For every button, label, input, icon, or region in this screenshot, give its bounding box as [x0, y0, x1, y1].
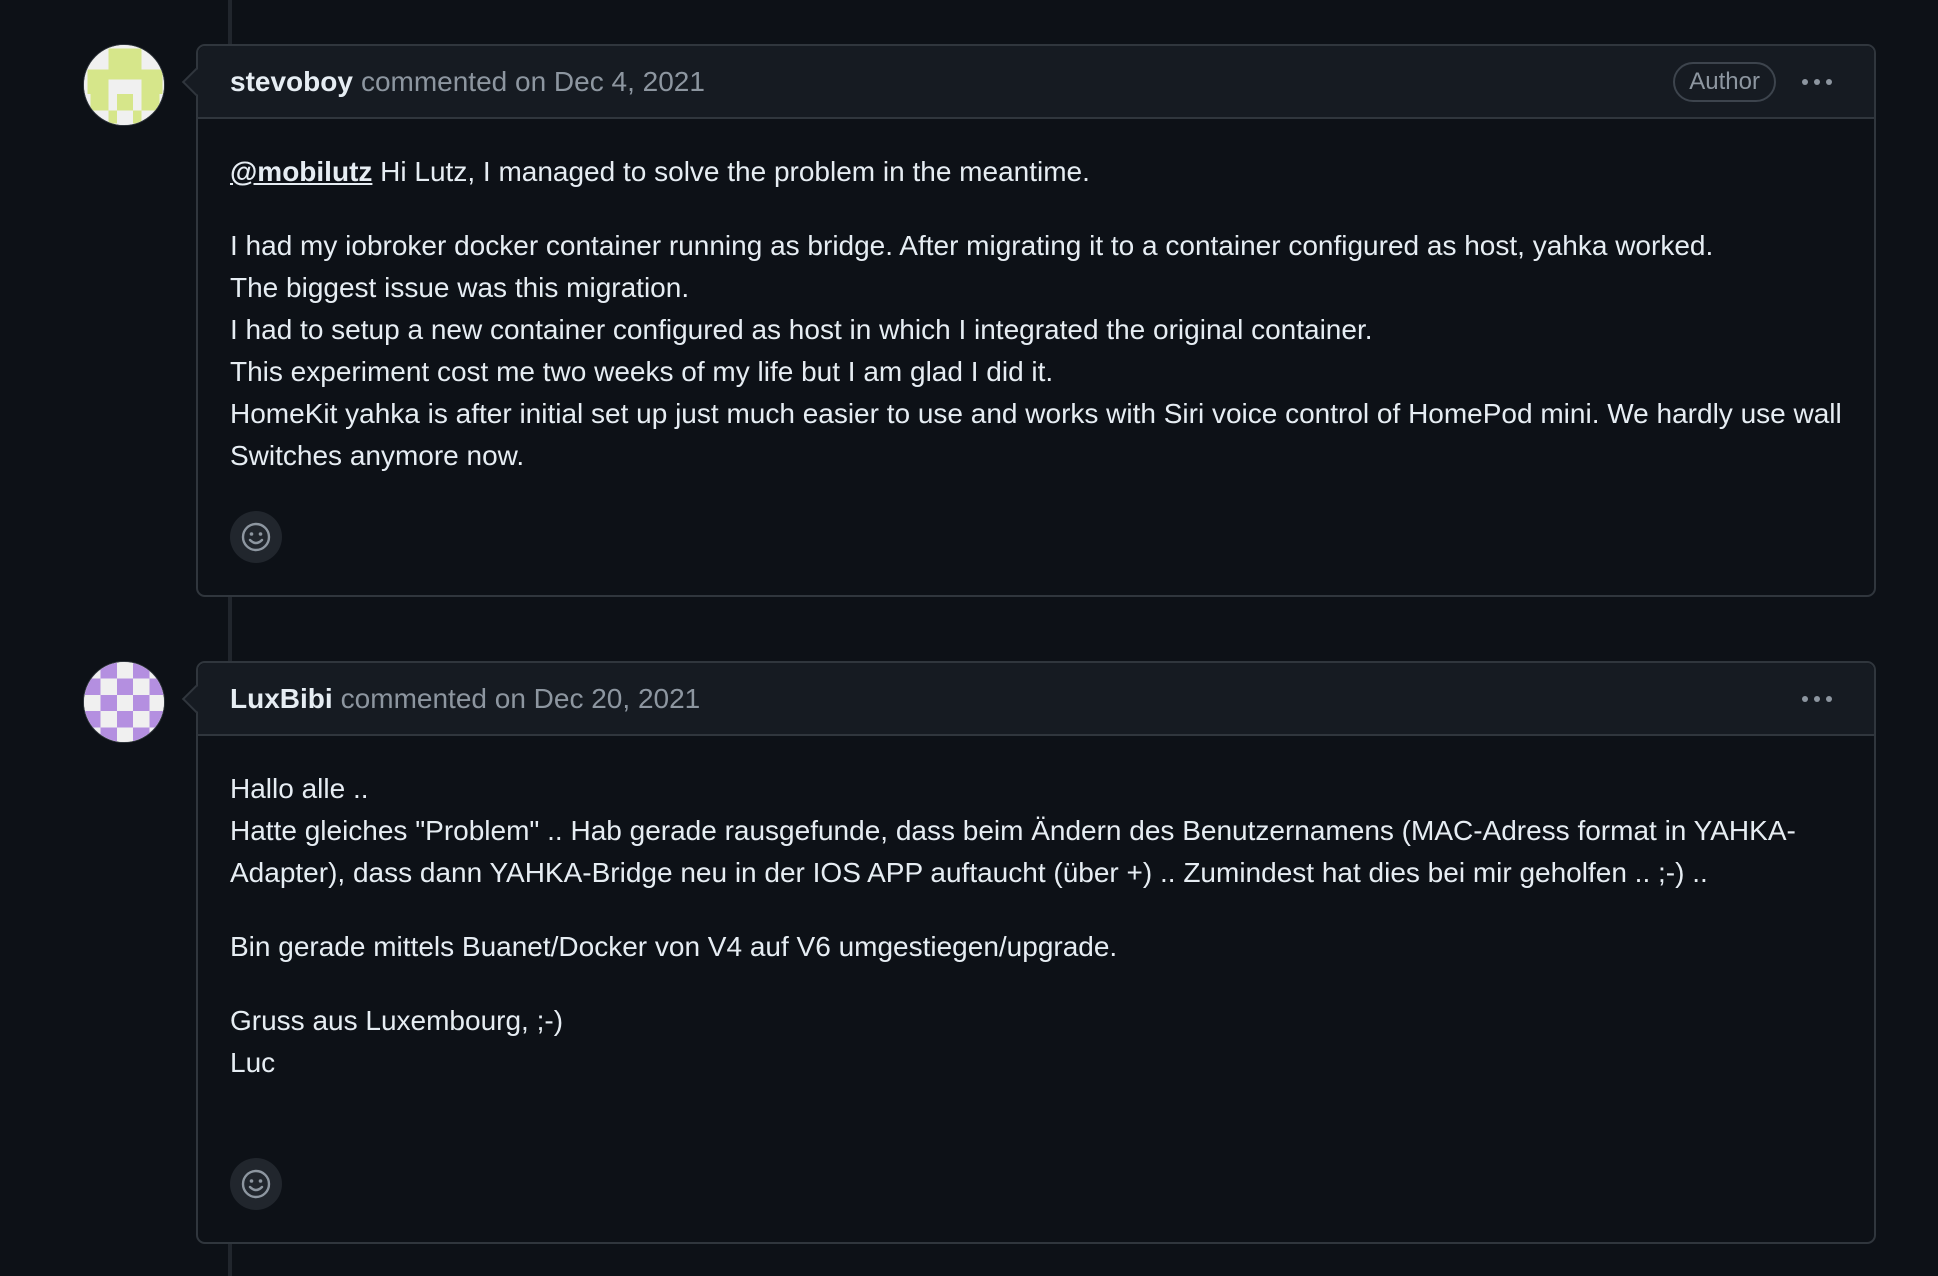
comment-box: stevoboy commented on Dec 4, 2021 Author…: [181, 44, 1876, 597]
add-reaction-button[interactable]: [230, 511, 282, 563]
comment-header: stevoboy commented on Dec 4, 2021 Author: [198, 46, 1874, 119]
smiley-icon: [241, 1169, 271, 1199]
comment-author[interactable]: LuxBibi: [230, 683, 333, 715]
comment-paragraph: @mobilutz Hi Lutz, I managed to solve th…: [230, 156, 1090, 187]
comment-paragraph: Hallo alle .. Hatte gleiches "Problem" .…: [230, 773, 1796, 888]
add-reaction-button[interactable]: [230, 1158, 282, 1210]
author-badge: Author: [1673, 61, 1776, 102]
comment-box: LuxBibi commented on Dec 20, 2021 Hallo …: [181, 661, 1876, 1244]
comment-timestamp[interactable]: commented on Dec 20, 2021: [341, 683, 701, 715]
comment-paragraph: Gruss aus Luxembourg, ;-) Luc: [230, 1005, 564, 1078]
avatar[interactable]: [83, 661, 165, 743]
comment-header: LuxBibi commented on Dec 20, 2021: [198, 663, 1874, 736]
comment-paragraph: Bin gerade mittels Buanet/Docker von V4 …: [230, 931, 1118, 962]
comment-paragraph: I had my iobroker docker container runni…: [230, 230, 1842, 471]
avatar[interactable]: [83, 44, 165, 126]
comment-author[interactable]: stevoboy: [230, 66, 353, 98]
comment-body: @mobilutz Hi Lutz, I managed to solve th…: [198, 119, 1874, 477]
smiley-icon: [241, 522, 271, 552]
kebab-horizontal-icon[interactable]: [1798, 75, 1836, 89]
kebab-horizontal-icon[interactable]: [1798, 692, 1836, 706]
comment-timestamp[interactable]: commented on Dec 4, 2021: [361, 66, 705, 98]
mention-link[interactable]: @mobilutz: [230, 156, 372, 187]
comment-body: Hallo alle .. Hatte gleiches "Problem" .…: [198, 736, 1874, 1084]
